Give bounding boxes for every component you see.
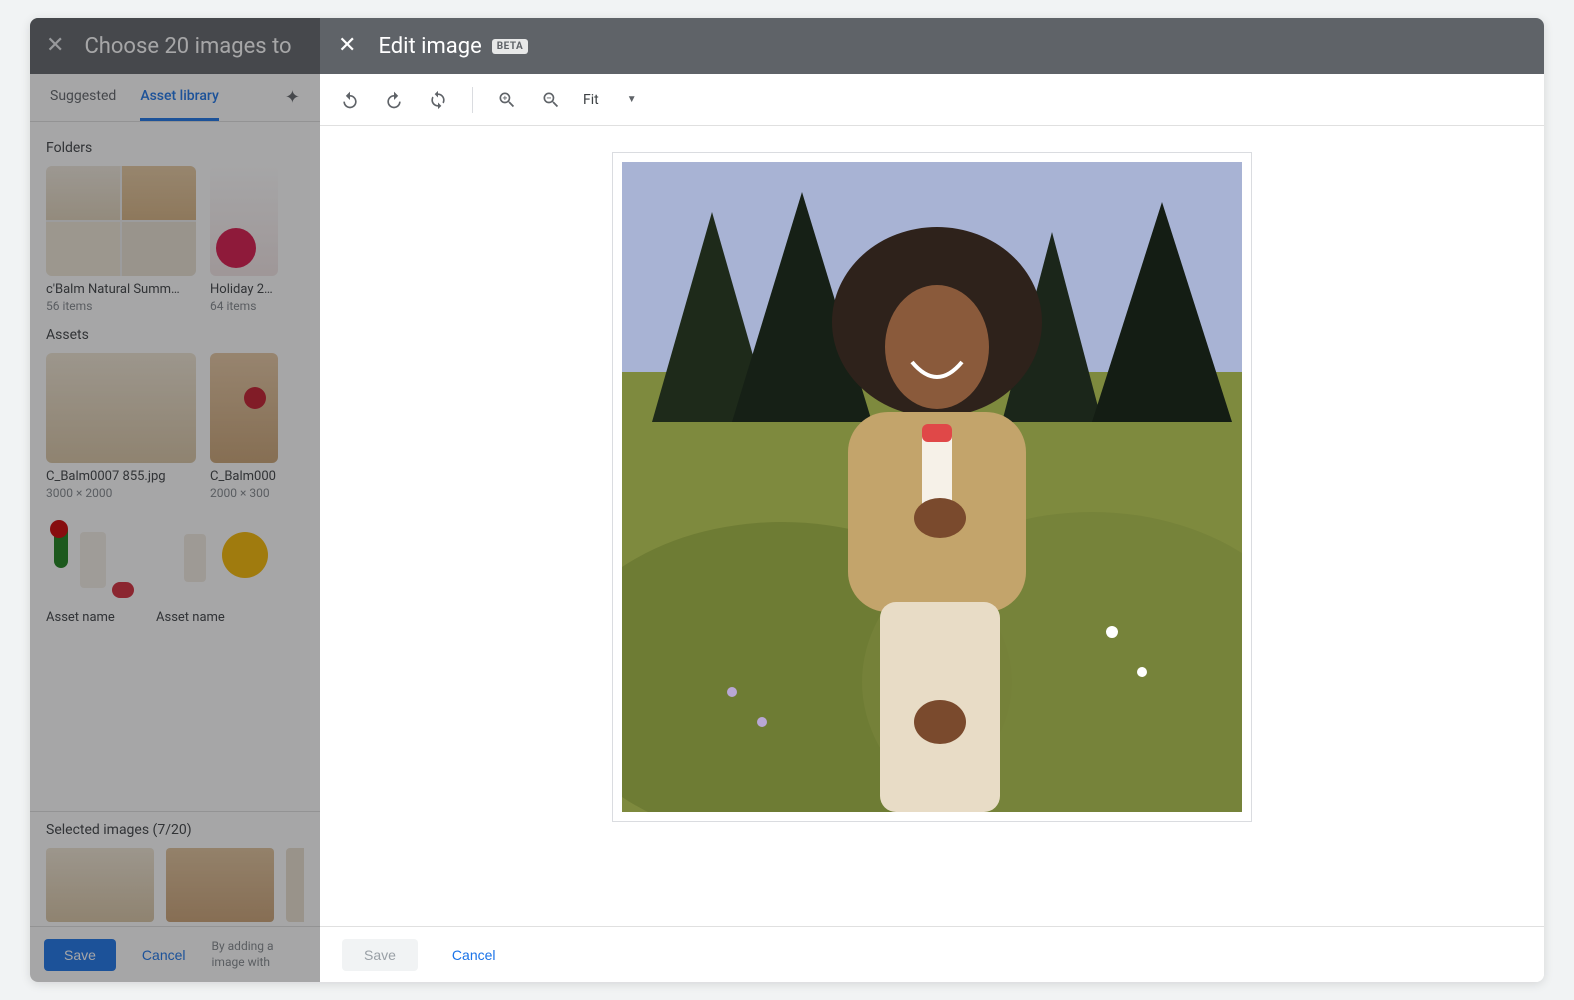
asset-dimensions: 2000 × 300: [210, 486, 278, 500]
zoom-label: Fit: [583, 92, 599, 108]
folder-name: c'Balm Natural Summ…: [46, 282, 196, 297]
selected-thumb[interactable]: [286, 848, 304, 922]
close-icon[interactable]: ✕: [338, 35, 356, 57]
picker-header: ✕ Choose 20 images to: [30, 18, 320, 74]
selected-images-section: Selected images (7/20): [30, 811, 320, 926]
editor-header: ✕ Edit image BETA: [320, 18, 1544, 74]
cancel-button[interactable]: Cancel: [446, 939, 502, 971]
redo-icon[interactable]: [382, 88, 406, 112]
asset-name: C_Balm000: [210, 469, 278, 484]
selected-thumb[interactable]: [166, 848, 274, 922]
folder-count: 56 items: [46, 299, 196, 313]
zoom-select[interactable]: Fit ▼: [583, 92, 643, 108]
zoom-out-icon[interactable]: [539, 88, 563, 112]
picker-footer: Save Cancel By adding a image with: [30, 926, 320, 982]
image-picker-panel: ✕ Choose 20 images to Suggested Asset li…: [30, 18, 320, 982]
folder-item[interactable]: c'Balm Natural Summ… 56 items: [46, 166, 196, 313]
toolbar-divider: [472, 87, 473, 113]
asset-name: C_Balm0007 855.jpg: [46, 469, 196, 484]
reset-icon[interactable]: [426, 88, 450, 112]
sparkle-icon[interactable]: ✦: [285, 87, 300, 108]
folder-name: Holiday 20 ca: [210, 282, 278, 297]
asset-item[interactable]: Asset name: [156, 514, 274, 627]
edited-image: [622, 162, 1242, 812]
selected-heading: Selected images (7/20): [46, 822, 304, 838]
editor-canvas-area: [320, 126, 1544, 926]
save-button[interactable]: Save: [44, 939, 116, 971]
selected-thumb[interactable]: [46, 848, 154, 922]
asset-dimensions: 3000 × 2000: [46, 486, 196, 500]
editor-toolbar: Fit ▼: [320, 74, 1544, 126]
assets-heading: Assets: [46, 327, 304, 343]
picker-body: Folders c'Balm Natural Summ… 56 items Ho…: [30, 122, 320, 811]
asset-item[interactable]: C_Balm0007 855.jpg 3000 × 2000: [46, 353, 196, 500]
cancel-button[interactable]: Cancel: [136, 939, 192, 971]
folders-heading: Folders: [46, 140, 304, 156]
zoom-in-icon[interactable]: [495, 88, 519, 112]
close-icon[interactable]: ✕: [46, 35, 64, 57]
undo-icon[interactable]: [338, 88, 362, 112]
footer-note: By adding a image with: [212, 939, 306, 970]
editor-title-text: Edit image: [378, 34, 481, 59]
folder-item[interactable]: Holiday 20 ca 64 items: [210, 166, 278, 313]
tab-asset-library[interactable]: Asset library: [140, 74, 219, 121]
picker-title: Choose 20 images to: [84, 34, 291, 59]
editor-footer: Save Cancel: [320, 926, 1544, 982]
app-frame: ✕ Choose 20 images to Suggested Asset li…: [30, 18, 1544, 982]
folder-count: 64 items: [210, 299, 278, 313]
picker-tabs: Suggested Asset library ✦: [30, 74, 320, 122]
save-button: Save: [342, 939, 418, 971]
asset-item[interactable]: Asset name: [46, 514, 142, 627]
beta-badge: BETA: [492, 39, 529, 54]
tab-suggested[interactable]: Suggested: [50, 74, 116, 121]
canvas-frame[interactable]: [612, 152, 1252, 822]
asset-name: Asset name: [46, 610, 142, 625]
asset-item[interactable]: C_Balm000 2000 × 300: [210, 353, 278, 500]
image-editor-panel: ✕ Edit image BETA Fit: [320, 18, 1544, 982]
editor-title: Edit image BETA: [378, 34, 528, 59]
asset-name: Asset name: [156, 610, 274, 625]
chevron-down-icon: ▼: [627, 94, 637, 105]
